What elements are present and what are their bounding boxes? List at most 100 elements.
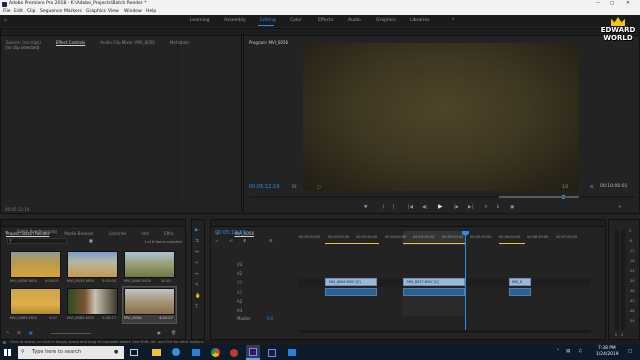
timeline-h-scrollbar[interactable] [299, 330, 591, 333]
clip-a-2[interactable] [403, 288, 465, 296]
minimize-button[interactable]: — [596, 1, 601, 7]
extract-icon[interactable]: ⇭ [496, 205, 500, 211]
go-to-out-icon[interactable]: ▶| [468, 205, 473, 211]
selection-tool-icon[interactable]: ▶ [195, 228, 198, 234]
clip-thumbnail-2[interactable] [67, 251, 118, 278]
video-preview[interactable] [303, 43, 579, 191]
tab-libraries[interactable]: Libraries [104, 230, 131, 237]
track-label-v3[interactable]: V3 [237, 262, 242, 268]
playhead-line[interactable] [465, 232, 466, 332]
settings-wrench-icon[interactable]: □ [317, 184, 321, 190]
tab-media-browser[interactable]: Media Browser [59, 230, 99, 237]
tab-program[interactable]: Program: MVI_6056 [244, 39, 293, 46]
close-button[interactable]: ✕ [626, 1, 630, 7]
file-explorer-icon[interactable] [152, 349, 161, 356]
add-button-icon[interactable]: + [618, 205, 622, 211]
network-icon[interactable]: ▤ [566, 349, 570, 355]
icon-view-icon[interactable]: ▦ [29, 330, 33, 336]
razor-tool-icon[interactable]: ✂ [195, 261, 199, 267]
volume-icon[interactable]: ♫ [578, 349, 582, 355]
list-view-icon[interactable]: ☰ [17, 330, 21, 336]
workspace-graphics[interactable]: Graphics [376, 18, 396, 24]
go-to-in-icon[interactable]: |◀ [408, 205, 413, 211]
tab-audio-clip-mixer[interactable]: Audio Clip Mixer: MVI_6056 [95, 39, 159, 46]
tray-chevron-icon[interactable]: ⌃ [556, 349, 560, 355]
taskbar-search-box[interactable]: ⚲ Type here to search [18, 346, 124, 359]
tab-effects[interactable]: Effec [159, 230, 179, 237]
home-icon[interactable]: ⌂ [4, 18, 7, 24]
pen-icon[interactable]: ✎ [6, 330, 9, 336]
track-lanes[interactable]: MVI_6056.MOV [V] MVI_6057.MOV [V] MVI_6 [299, 260, 591, 320]
project-search-input[interactable] [7, 238, 67, 244]
track-label-a2[interactable]: A2 [237, 299, 242, 305]
add-marker-tl-icon[interactable]: ▼ [243, 238, 246, 244]
clip-thumbnail-3[interactable] [124, 251, 175, 278]
clip-a-1[interactable] [325, 288, 377, 296]
quality-dropdown[interactable]: 1/2 [562, 184, 568, 190]
lift-icon[interactable]: ⇮ [484, 205, 488, 211]
ripple-edit-tool-icon[interactable]: ⇔ [195, 250, 199, 256]
new-item-icon[interactable]: ▣ [157, 330, 161, 336]
camera-icon[interactable]: ▣ [510, 205, 514, 211]
slip-tool-icon[interactable]: ↦ [195, 272, 199, 278]
mark-in-icon[interactable]: { [382, 205, 385, 211]
photos-icon[interactable] [288, 349, 296, 356]
store-icon[interactable] [192, 349, 200, 356]
workspace-learning[interactable]: Learning [190, 18, 210, 24]
solo-left-button[interactable]: S [615, 332, 617, 338]
program-scrub-bar[interactable] [249, 195, 635, 199]
linked-selection-icon[interactable]: ☍ [229, 238, 233, 244]
microphone-icon[interactable]: ● [114, 349, 118, 355]
clip-thumbnail-1[interactable] [10, 251, 61, 278]
tab-info[interactable]: Info [136, 230, 154, 237]
add-marker-icon[interactable]: ▼ [364, 205, 367, 211]
play-icon[interactable]: ▶ [438, 204, 443, 210]
wrench-icon[interactable]: ⚙ [590, 184, 594, 190]
workspaces-chevron-icon[interactable]: » [452, 17, 455, 23]
notifications-icon[interactable]: □ [628, 349, 632, 355]
workspace-effects[interactable]: Effects [318, 18, 333, 24]
timeline-settings-icon[interactable]: ⚙ [269, 238, 273, 244]
track-label-a1[interactable]: A1 [237, 290, 242, 296]
solo-right-button[interactable]: S [621, 332, 623, 338]
app-icon-red[interactable] [230, 349, 238, 357]
track-select-tool-icon[interactable]: ⇉ [195, 239, 199, 245]
zoom-slider[interactable] [51, 333, 91, 334]
workspace-libraries[interactable]: Libraries [410, 18, 429, 24]
mark-out-icon[interactable]: } [392, 205, 395, 211]
chrome-icon[interactable] [211, 348, 220, 357]
track-label-v2[interactable]: V2 [237, 271, 242, 277]
taskbar-date[interactable]: 1/24/2019 [596, 352, 619, 358]
step-back-icon[interactable]: ◀| [422, 205, 427, 211]
maximize-button[interactable]: □ [610, 1, 614, 7]
timeline-timecode[interactable]: 00:05:12:19 [215, 230, 246, 236]
master-volume[interactable]: 0.0 [267, 316, 273, 322]
new-bin-icon[interactable]: ■ [89, 238, 93, 244]
workspace-assembly[interactable]: Assembly [224, 18, 246, 24]
tab-metadata[interactable]: Metadata [165, 39, 194, 46]
edge-icon[interactable] [172, 348, 180, 356]
program-timecode[interactable]: 00:05:12:19 [249, 184, 280, 190]
task-view-icon[interactable] [130, 349, 138, 356]
tab-effect-controls[interactable]: Effect Controls [51, 39, 90, 46]
track-label-a3[interactable]: A3 [237, 308, 242, 314]
media-encoder-icon[interactable] [268, 349, 276, 357]
premiere-taskbar-button[interactable] [246, 345, 260, 360]
pen-tool-icon[interactable]: ✎ [195, 283, 199, 289]
clip-a-3[interactable] [509, 288, 531, 296]
clip-thumbnail-5[interactable] [67, 288, 118, 315]
workspace-editing[interactable]: Editing [260, 18, 276, 24]
step-forward-icon[interactable]: |▶ [454, 205, 459, 211]
trash-icon[interactable]: 🗑 [171, 330, 176, 336]
clip-thumbnail-6[interactable] [124, 288, 175, 315]
hand-tool-icon[interactable]: ✋ [195, 294, 201, 300]
workspace-audio[interactable]: Audio [348, 18, 361, 24]
type-tool-icon[interactable]: T [195, 305, 198, 311]
fit-dropdown[interactable]: Fit [292, 184, 297, 190]
clip-thumbnail-4[interactable] [10, 288, 61, 315]
windows-start-icon[interactable] [4, 349, 11, 356]
zoom-scroll-handle[interactable] [499, 196, 579, 198]
workspace-color[interactable]: Color [290, 18, 302, 24]
track-label-v1[interactable]: V1 [237, 280, 242, 286]
snap-icon[interactable]: ∞ [215, 238, 218, 244]
